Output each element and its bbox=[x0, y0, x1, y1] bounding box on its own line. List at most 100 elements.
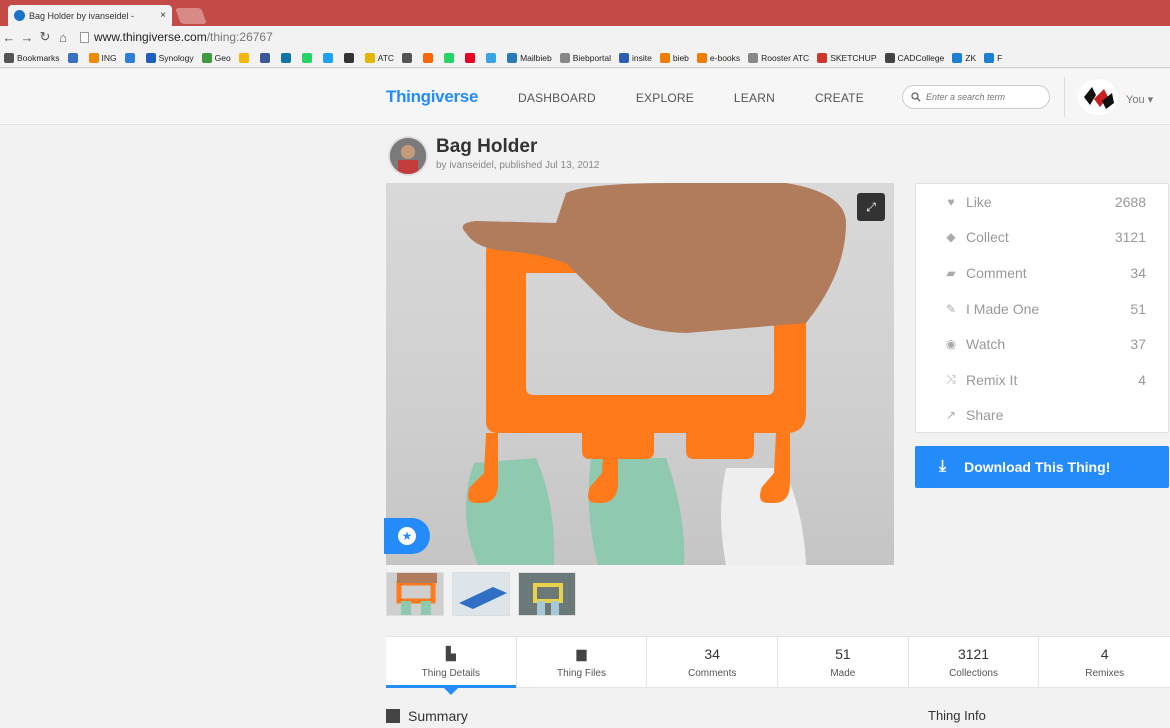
stat-label: Made bbox=[830, 667, 856, 679]
stat-tab-made[interactable]: 51 Made bbox=[778, 637, 909, 687]
stat-label: Comments bbox=[688, 667, 737, 679]
bookmark-label: e-books bbox=[709, 52, 741, 63]
user-menu[interactable]: You ▾ bbox=[1126, 93, 1153, 106]
thingiverse-favicon-icon bbox=[14, 10, 25, 21]
bookmark-item[interactable]: ZK bbox=[952, 52, 977, 63]
fullscreen-button[interactable]: ⤢ bbox=[857, 193, 885, 221]
folder-icon: ▆ bbox=[576, 645, 587, 661]
thing-byline[interactable]: by ivanseidel, published Jul 13, 2012 bbox=[436, 160, 599, 171]
bookmark-icon bbox=[88, 52, 99, 63]
tab-close-icon[interactable]: × bbox=[160, 10, 166, 21]
bookmark-icon bbox=[486, 52, 497, 63]
bookmark-item[interactable] bbox=[343, 52, 357, 63]
action-share[interactable]: ↗ Share bbox=[916, 398, 1168, 434]
home-icon[interactable]: ⌂ bbox=[54, 30, 72, 45]
bookmark-item[interactable]: Synology bbox=[145, 52, 194, 63]
thumbnail-1[interactable] bbox=[386, 572, 444, 616]
user-logo-icon bbox=[1084, 87, 1114, 109]
thumbnail-3[interactable] bbox=[518, 572, 576, 616]
stat-tab-collections[interactable]: 3121 Collections bbox=[909, 637, 1040, 687]
stat-count: 4 bbox=[1100, 645, 1109, 662]
featured-badge[interactable]: ★ bbox=[384, 518, 430, 554]
bookmark-item[interactable] bbox=[124, 52, 138, 63]
bookmark-item[interactable] bbox=[423, 52, 436, 63]
bookmark-icon bbox=[465, 52, 476, 63]
bookmark-icon bbox=[280, 52, 291, 63]
bookmark-item[interactable] bbox=[444, 52, 457, 63]
action-collect[interactable]: ◆ Collect 3121 bbox=[916, 220, 1168, 256]
bookmark-item[interactable]: SKETCHUP bbox=[817, 52, 877, 63]
bookmark-item[interactable] bbox=[465, 52, 478, 63]
bookmark-item[interactable]: ATC bbox=[364, 52, 394, 63]
stat-tab-thing-files[interactable]: ▆ Thing Files bbox=[517, 637, 648, 687]
browser-tab[interactable]: Bag Holder by ivanseidel - × bbox=[8, 5, 172, 26]
bookmark-item[interactable]: Biebportal bbox=[559, 52, 611, 63]
download-button[interactable]: ⤓ Download This Thing! bbox=[915, 446, 1169, 488]
bookmark-icon bbox=[884, 52, 895, 63]
search-input[interactable] bbox=[926, 92, 1046, 102]
bookmark-icon bbox=[619, 52, 629, 63]
bookmark-icon bbox=[984, 52, 995, 63]
address-bar[interactable]: www.thingiverse.com/thing:26767 bbox=[80, 28, 1170, 46]
bookmark-icon bbox=[402, 52, 413, 63]
stat-tab-comments[interactable]: 34 Comments bbox=[647, 637, 779, 687]
bookmark-item[interactable]: Geo bbox=[201, 52, 231, 63]
bookmark-item[interactable]: insite bbox=[619, 52, 652, 63]
thumbnail-2[interactable] bbox=[452, 572, 510, 616]
action-comment[interactable]: ▰ Comment 34 bbox=[916, 255, 1168, 291]
stat-tab-thing-details[interactable]: ▙ Thing Details bbox=[386, 637, 517, 695]
bookmark-item[interactable]: Bookmarks bbox=[4, 52, 60, 63]
bookmark-item[interactable] bbox=[322, 52, 336, 63]
bookmark-item[interactable] bbox=[67, 52, 81, 63]
bookmark-item[interactable] bbox=[280, 52, 294, 63]
nav-dashboard[interactable]: DASHBOARD bbox=[518, 91, 596, 105]
nav-create[interactable]: CREATE bbox=[815, 91, 864, 105]
bookmark-item[interactable] bbox=[486, 52, 499, 63]
action-count: 51 bbox=[1130, 300, 1146, 317]
stat-tab-remixes[interactable]: 4 Remixes bbox=[1039, 637, 1170, 687]
thing-info-heading: Thing Info bbox=[928, 708, 986, 723]
forward-arrow-icon[interactable]: → bbox=[18, 30, 36, 45]
bookmark-icon bbox=[343, 52, 354, 63]
bookmark-label: insite bbox=[632, 52, 652, 63]
bookmark-item[interactable]: Rooster ATC bbox=[748, 52, 809, 63]
bookmark-item[interactable]: bieb bbox=[659, 52, 689, 63]
back-arrow-icon[interactable]: ← bbox=[0, 30, 18, 45]
search-icon bbox=[911, 92, 921, 102]
nav-learn[interactable]: LEARN bbox=[734, 91, 775, 105]
bookmark-item[interactable]: Mailbieb bbox=[507, 52, 552, 63]
bookmark-icon bbox=[817, 52, 828, 63]
bookmark-icon bbox=[507, 52, 518, 63]
thingiverse-logo[interactable]: Thingiverse bbox=[386, 87, 478, 107]
new-tab-button[interactable] bbox=[175, 8, 207, 24]
bookmark-item[interactable] bbox=[238, 52, 252, 63]
bookmark-item[interactable] bbox=[259, 52, 273, 63]
bookmark-label: ZK bbox=[965, 52, 977, 63]
main-thing-image[interactable] bbox=[386, 183, 894, 565]
bookmark-item[interactable]: e-books bbox=[696, 52, 741, 63]
fullscreen-icon: ⤢ bbox=[866, 199, 876, 214]
action-watch[interactable]: ◉ Watch 37 bbox=[916, 326, 1168, 362]
action-remix-it[interactable]: ⤨ Remix It 4 bbox=[916, 362, 1168, 398]
nav-explore[interactable]: EXPLORE bbox=[636, 91, 694, 105]
bookmark-item[interactable]: CADCollege bbox=[884, 52, 944, 63]
bookmark-icon bbox=[659, 52, 670, 63]
action-label: Watch bbox=[966, 336, 1006, 353]
author-avatar[interactable] bbox=[388, 136, 428, 176]
bookmarks-bar: Bookmarks ING Synology Geo ATC Mailbieb Biebpo… bbox=[0, 48, 1170, 68]
stat-label: Remixes bbox=[1085, 667, 1125, 679]
bookmark-icon bbox=[124, 52, 135, 63]
bookmark-item[interactable] bbox=[301, 52, 315, 63]
bookmark-item[interactable]: F bbox=[984, 52, 1002, 63]
search-box[interactable] bbox=[902, 85, 1050, 109]
bookmark-item[interactable]: ING bbox=[88, 52, 117, 63]
action-count: 37 bbox=[1130, 336, 1146, 353]
action-label: Collect bbox=[966, 229, 1009, 246]
action-like[interactable]: ♥ Like 2688 bbox=[916, 184, 1168, 220]
remix-icon: ⤨ bbox=[946, 372, 956, 387]
user-avatar[interactable] bbox=[1078, 79, 1118, 115]
action-i-made-one[interactable]: ✎ I Made One 51 bbox=[916, 291, 1168, 327]
bookmark-item[interactable] bbox=[402, 52, 415, 63]
reload-icon[interactable]: ↻ bbox=[36, 29, 54, 45]
bookmark-label: ING bbox=[101, 52, 117, 63]
